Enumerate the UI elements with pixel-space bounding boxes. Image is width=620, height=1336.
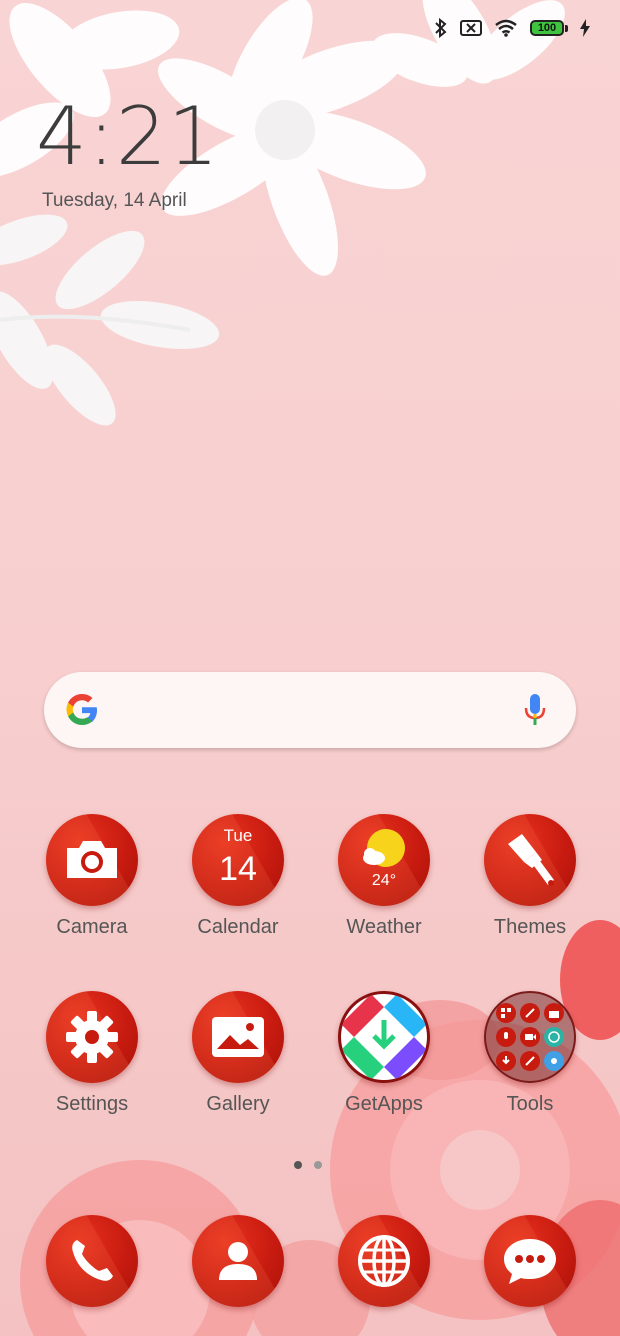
feather-icon <box>520 1051 540 1071</box>
app-label: Calendar <box>197 916 279 938</box>
bluetooth-icon <box>435 18 447 38</box>
page-indicator <box>294 1161 322 1169</box>
lens-icon <box>544 1051 564 1071</box>
recorder-icon <box>496 1027 516 1047</box>
app-tools-folder[interactable]: Tools <box>460 991 600 1116</box>
folder-icon <box>484 991 576 1083</box>
camera-icon <box>46 814 138 906</box>
app-getapps[interactable]: GetApps <box>314 991 454 1116</box>
globe-icon <box>544 1027 564 1047</box>
compass-icon <box>520 1003 540 1023</box>
charging-icon <box>580 19 590 37</box>
dock-browser[interactable] <box>338 1215 430 1307</box>
app-weather[interactable]: 24° Weather <box>314 814 454 939</box>
phone-icon <box>46 1215 138 1307</box>
scanner-icon <box>496 1003 516 1023</box>
app-label: GetApps <box>345 1093 423 1115</box>
radio-icon <box>544 1003 564 1023</box>
calendar-date: 14 <box>219 850 257 888</box>
getapps-icon <box>338 991 430 1083</box>
dock-phone[interactable] <box>46 1215 138 1307</box>
download-icon <box>496 1051 516 1071</box>
app-label: Gallery <box>206 1093 270 1115</box>
microphone-icon[interactable] <box>524 692 546 728</box>
app-label: Themes <box>493 916 567 938</box>
paintbrush-icon <box>484 814 576 906</box>
page-dot[interactable] <box>314 1161 322 1169</box>
app-label: Settings <box>55 1093 129 1115</box>
battery-level: 100 <box>530 20 564 36</box>
dock-contacts[interactable] <box>192 1215 284 1307</box>
app-gallery[interactable]: Gallery <box>168 991 308 1116</box>
contacts-icon <box>192 1215 284 1307</box>
clock-date[interactable]: Tuesday, 14 April <box>42 190 187 212</box>
page-dot-active[interactable] <box>294 1161 302 1169</box>
app-camera[interactable]: Camera <box>22 814 162 939</box>
google-g-icon <box>66 694 97 725</box>
dock-messages[interactable] <box>484 1215 576 1307</box>
app-settings[interactable]: Settings <box>22 991 162 1116</box>
messages-icon <box>484 1215 576 1307</box>
status-bar: 100 <box>434 16 590 40</box>
app-label: Camera <box>56 916 128 938</box>
app-calendar[interactable]: Tue 14 Calendar <box>168 814 308 939</box>
calendar-icon: Tue 14 <box>192 814 284 906</box>
battery-icon: 100 <box>530 20 568 36</box>
no-sim-icon <box>460 20 482 36</box>
wifi-icon <box>495 19 517 37</box>
home-screen: 100 4:21 Tuesday, 14 April Camera Tue 14… <box>0 0 620 1336</box>
screen-recorder-icon <box>520 1027 540 1047</box>
app-label: Weather <box>346 916 422 938</box>
app-themes[interactable]: Themes <box>460 814 600 939</box>
image-icon <box>192 991 284 1083</box>
browser-globe-icon <box>338 1215 430 1307</box>
weather-temp: 24° <box>371 872 397 889</box>
calendar-day: Tue <box>223 826 253 845</box>
clock-time[interactable]: 4:21 <box>36 92 220 182</box>
google-search-bar[interactable] <box>44 672 576 748</box>
app-label: Tools <box>506 1093 554 1115</box>
gear-icon <box>46 991 138 1083</box>
weather-icon: 24° <box>338 814 430 906</box>
